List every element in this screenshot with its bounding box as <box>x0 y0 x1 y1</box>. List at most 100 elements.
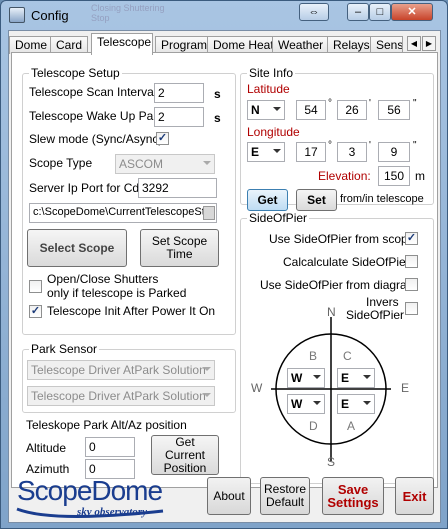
use-scope-checkbox[interactable]: ✓ <box>405 232 418 245</box>
longitude-degrees-input[interactable]: 17 <box>296 142 326 162</box>
diagram-label: Use SideOfPier from diagram <box>260 278 417 292</box>
open-close-label-2: only if telescope is Parked <box>47 286 187 300</box>
park-sensor-combo-1[interactable]: Telescope Driver AtPark Solution <box>27 360 215 380</box>
slew-mode-checkbox[interactable]: ✓ <box>156 132 169 145</box>
wake-unit: s <box>214 111 221 125</box>
compass-w: W <box>251 381 263 395</box>
calculate-label: Calcalculate SideOfPier <box>283 255 410 269</box>
use-scope-label: Use SideOfPier from scope <box>269 232 415 246</box>
compass-a: A <box>347 419 356 433</box>
pier-combo-c[interactable]: E <box>337 368 375 388</box>
compass-c: C <box>343 349 352 363</box>
degree-symbol: ° <box>328 140 332 151</box>
diagram-checkbox[interactable] <box>405 278 418 291</box>
save-settings-button[interactable]: Save Settings <box>322 477 384 515</box>
tab-telescope[interactable]: Telescope <box>91 33 153 55</box>
group-title: SideOfPier <box>247 211 310 225</box>
tab-scroll-left-icon[interactable]: ◀ <box>407 36 421 51</box>
scan-interval-input[interactable]: 2 <box>154 83 204 103</box>
maximize-button[interactable]: □ <box>369 3 391 21</box>
exit-button[interactable]: Exit <box>395 477 434 515</box>
chevron-down-icon <box>273 107 281 111</box>
set-scope-time-button[interactable]: Set Scope Time <box>140 229 219 267</box>
chevron-down-icon <box>363 401 371 405</box>
init-checkbox[interactable]: ✓ <box>29 305 42 318</box>
longitude-label: Longitude <box>247 125 300 139</box>
wake-up-input[interactable]: 2 <box>154 107 204 127</box>
ghost-text: Closing Shuttering Stop <box>91 3 165 23</box>
elevation-input[interactable]: 150 <box>378 166 410 186</box>
telescope-panel: Telescope Setup Telescope Scan Interval … <box>11 52 438 488</box>
chevron-down-icon <box>203 367 211 371</box>
longitude-seconds-input[interactable]: 9 <box>378 142 410 162</box>
chevron-down-icon <box>313 401 321 405</box>
wake-up-label: Telescope Wake Up Pause <box>29 109 173 123</box>
latitude-degrees-input[interactable]: 54 <box>296 100 326 120</box>
scan-interval-label: Telescope Scan Interval <box>29 85 157 99</box>
telescope-setup-group: Telescope Setup Telescope Scan Interval … <box>22 66 236 335</box>
port-label: Server Ip Port for CdC <box>29 181 148 195</box>
driver-path-input[interactable]: c:\ScopeDome\CurrentTelescopeSt <box>29 203 217 223</box>
scope-type-combo[interactable]: ASCOM <box>115 154 215 174</box>
pier-combo-b[interactable]: W <box>287 368 325 388</box>
client-area: Dome Card Telescope Program Dome Heat We… <box>8 30 441 523</box>
scope-type-label: Scope Type <box>29 156 93 170</box>
compass-s: S <box>327 455 336 469</box>
swap-button[interactable]: ⇔ <box>299 3 329 21</box>
chevron-down-icon <box>363 375 371 379</box>
compass-n: N <box>327 305 336 319</box>
latitude-minutes-input[interactable]: 26 <box>337 100 367 120</box>
browse-folder-icon[interactable] <box>203 206 215 220</box>
invers-label-1: Invers <box>366 295 399 309</box>
from-in-telescope-label: from/in telescope <box>340 193 424 205</box>
scopedome-logo: ScopeDome sky observatory <box>13 473 183 523</box>
altitude-label: Altitude <box>26 441 67 455</box>
degree-symbol: ° <box>328 98 332 109</box>
latitude-hemisphere-combo[interactable]: N <box>247 100 285 120</box>
latitude-label: Latitude <box>247 82 290 96</box>
logo-sub-text: sky observatory <box>77 506 147 518</box>
about-button[interactable]: About <box>207 477 251 515</box>
open-close-checkbox[interactable] <box>29 280 42 293</box>
get-current-position-button[interactable]: Get Current Position <box>151 435 219 475</box>
park-sensor-group: Park Sensor Telescope Driver AtPark Solu… <box>22 342 236 413</box>
group-title: Park Sensor <box>29 342 100 356</box>
group-title: Site Info <box>247 66 296 80</box>
slew-mode-label: Slew mode (Sync/Async) <box>29 132 163 146</box>
calculate-checkbox[interactable] <box>405 255 418 268</box>
window-title: Config <box>31 8 69 23</box>
pier-compass: N S W E B C D A W E W E <box>251 305 411 469</box>
chevron-down-icon <box>203 393 211 397</box>
logo-main-text: ScopeDome <box>17 475 163 506</box>
minimize-button[interactable]: – <box>347 3 369 21</box>
latitude-seconds-input[interactable]: 56 <box>378 100 410 120</box>
app-icon <box>9 7 25 23</box>
init-label: Telescope Init After Power It On <box>47 304 216 318</box>
minute-symbol: ' <box>369 140 371 151</box>
pier-combo-d[interactable]: W <box>287 394 325 414</box>
get-site-button[interactable]: Get <box>247 189 288 211</box>
select-scope-button[interactable]: Select Scope <box>27 229 127 267</box>
minute-symbol: ' <box>369 98 371 109</box>
tab-strip: Dome Card Telescope Program Dome Heat We… <box>9 33 440 55</box>
park-sensor-combo-2[interactable]: Telescope Driver AtPark Solution <box>27 386 215 406</box>
restore-default-button[interactable]: Restore Default <box>260 477 310 515</box>
longitude-minutes-input[interactable]: 3 <box>337 142 367 162</box>
set-site-button[interactable]: Set <box>296 189 337 211</box>
tab-scroll-right-icon[interactable]: ▶ <box>422 36 436 51</box>
altitude-input[interactable]: 0 <box>85 437 135 457</box>
close-button[interactable]: ✕ <box>391 3 433 21</box>
compass-d: D <box>309 419 318 433</box>
longitude-hemisphere-combo[interactable]: E <box>247 142 285 162</box>
compass-b: B <box>309 349 318 363</box>
compass-e: E <box>401 381 410 395</box>
pier-combo-a[interactable]: E <box>337 394 375 414</box>
config-window: Config Closing Shuttering Stop ⇔ – □ ✕ Do… <box>0 0 448 529</box>
title-bar[interactable]: Config Closing Shuttering Stop ⇔ – □ ✕ <box>1 1 447 29</box>
open-close-label-1: Open/Close Shutters <box>47 272 159 286</box>
port-input[interactable]: 3292 <box>138 178 217 198</box>
chevron-down-icon <box>313 375 321 379</box>
scan-unit: s <box>214 87 221 101</box>
chevron-down-icon <box>273 149 281 153</box>
side-of-pier-group: SideOfPier Use SideOfPier from scope ✓ C… <box>240 211 434 484</box>
